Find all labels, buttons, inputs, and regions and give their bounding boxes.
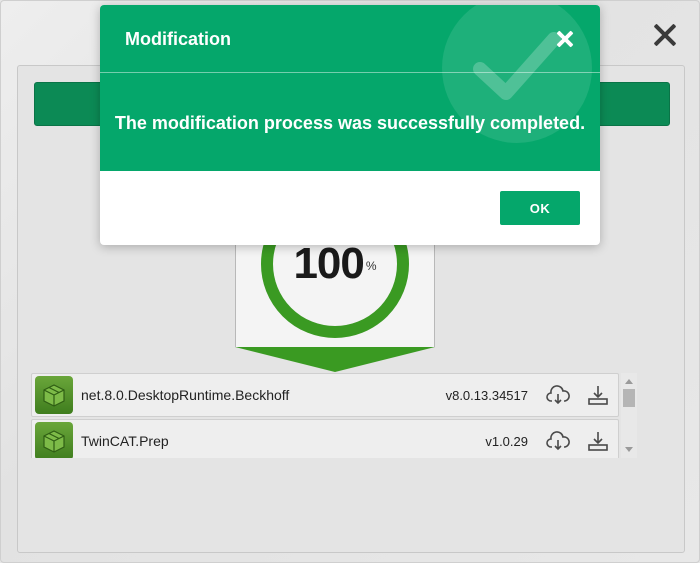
list-item: TwinCAT.Prep v1.0.29: [31, 419, 619, 458]
window-close-icon[interactable]: [651, 21, 679, 49]
progress-unit: %: [365, 259, 377, 273]
list-item: net.8.0.DesktopRuntime.Beckhoff v8.0.13.…: [31, 373, 619, 417]
list-scrollbar[interactable]: [621, 373, 637, 458]
dialog-title: Modification: [125, 29, 231, 49]
package-icon: [35, 422, 73, 458]
dialog-close-icon[interactable]: [556, 30, 574, 48]
package-name: net.8.0.DesktopRuntime.Beckhoff: [81, 387, 290, 403]
scroll-thumb[interactable]: [623, 389, 635, 407]
progress-value: 100: [293, 239, 364, 288]
download-icon[interactable]: [578, 421, 618, 458]
dialog-header: Modification The modification process wa…: [100, 5, 600, 171]
scroll-up-icon[interactable]: [625, 379, 633, 384]
dialog-message: The modification process was successfull…: [114, 113, 586, 133]
cloud-download-icon[interactable]: [538, 421, 578, 458]
package-list: net.8.0.DesktopRuntime.Beckhoff v8.0.13.…: [31, 373, 637, 458]
cloud-download-icon[interactable]: [538, 375, 578, 415]
package-icon: [35, 376, 73, 414]
package-version: v1.0.29: [485, 433, 528, 449]
scroll-down-icon[interactable]: [625, 447, 633, 452]
package-name: TwinCAT.Prep: [81, 433, 169, 449]
ok-button[interactable]: OK: [500, 191, 580, 225]
progress-arrow: [235, 347, 435, 372]
package-version: v8.0.13.34517: [445, 387, 528, 403]
modification-dialog: Modification The modification process wa…: [100, 5, 600, 245]
dialog-titlebar: Modification: [100, 5, 600, 73]
download-icon[interactable]: [578, 375, 618, 415]
